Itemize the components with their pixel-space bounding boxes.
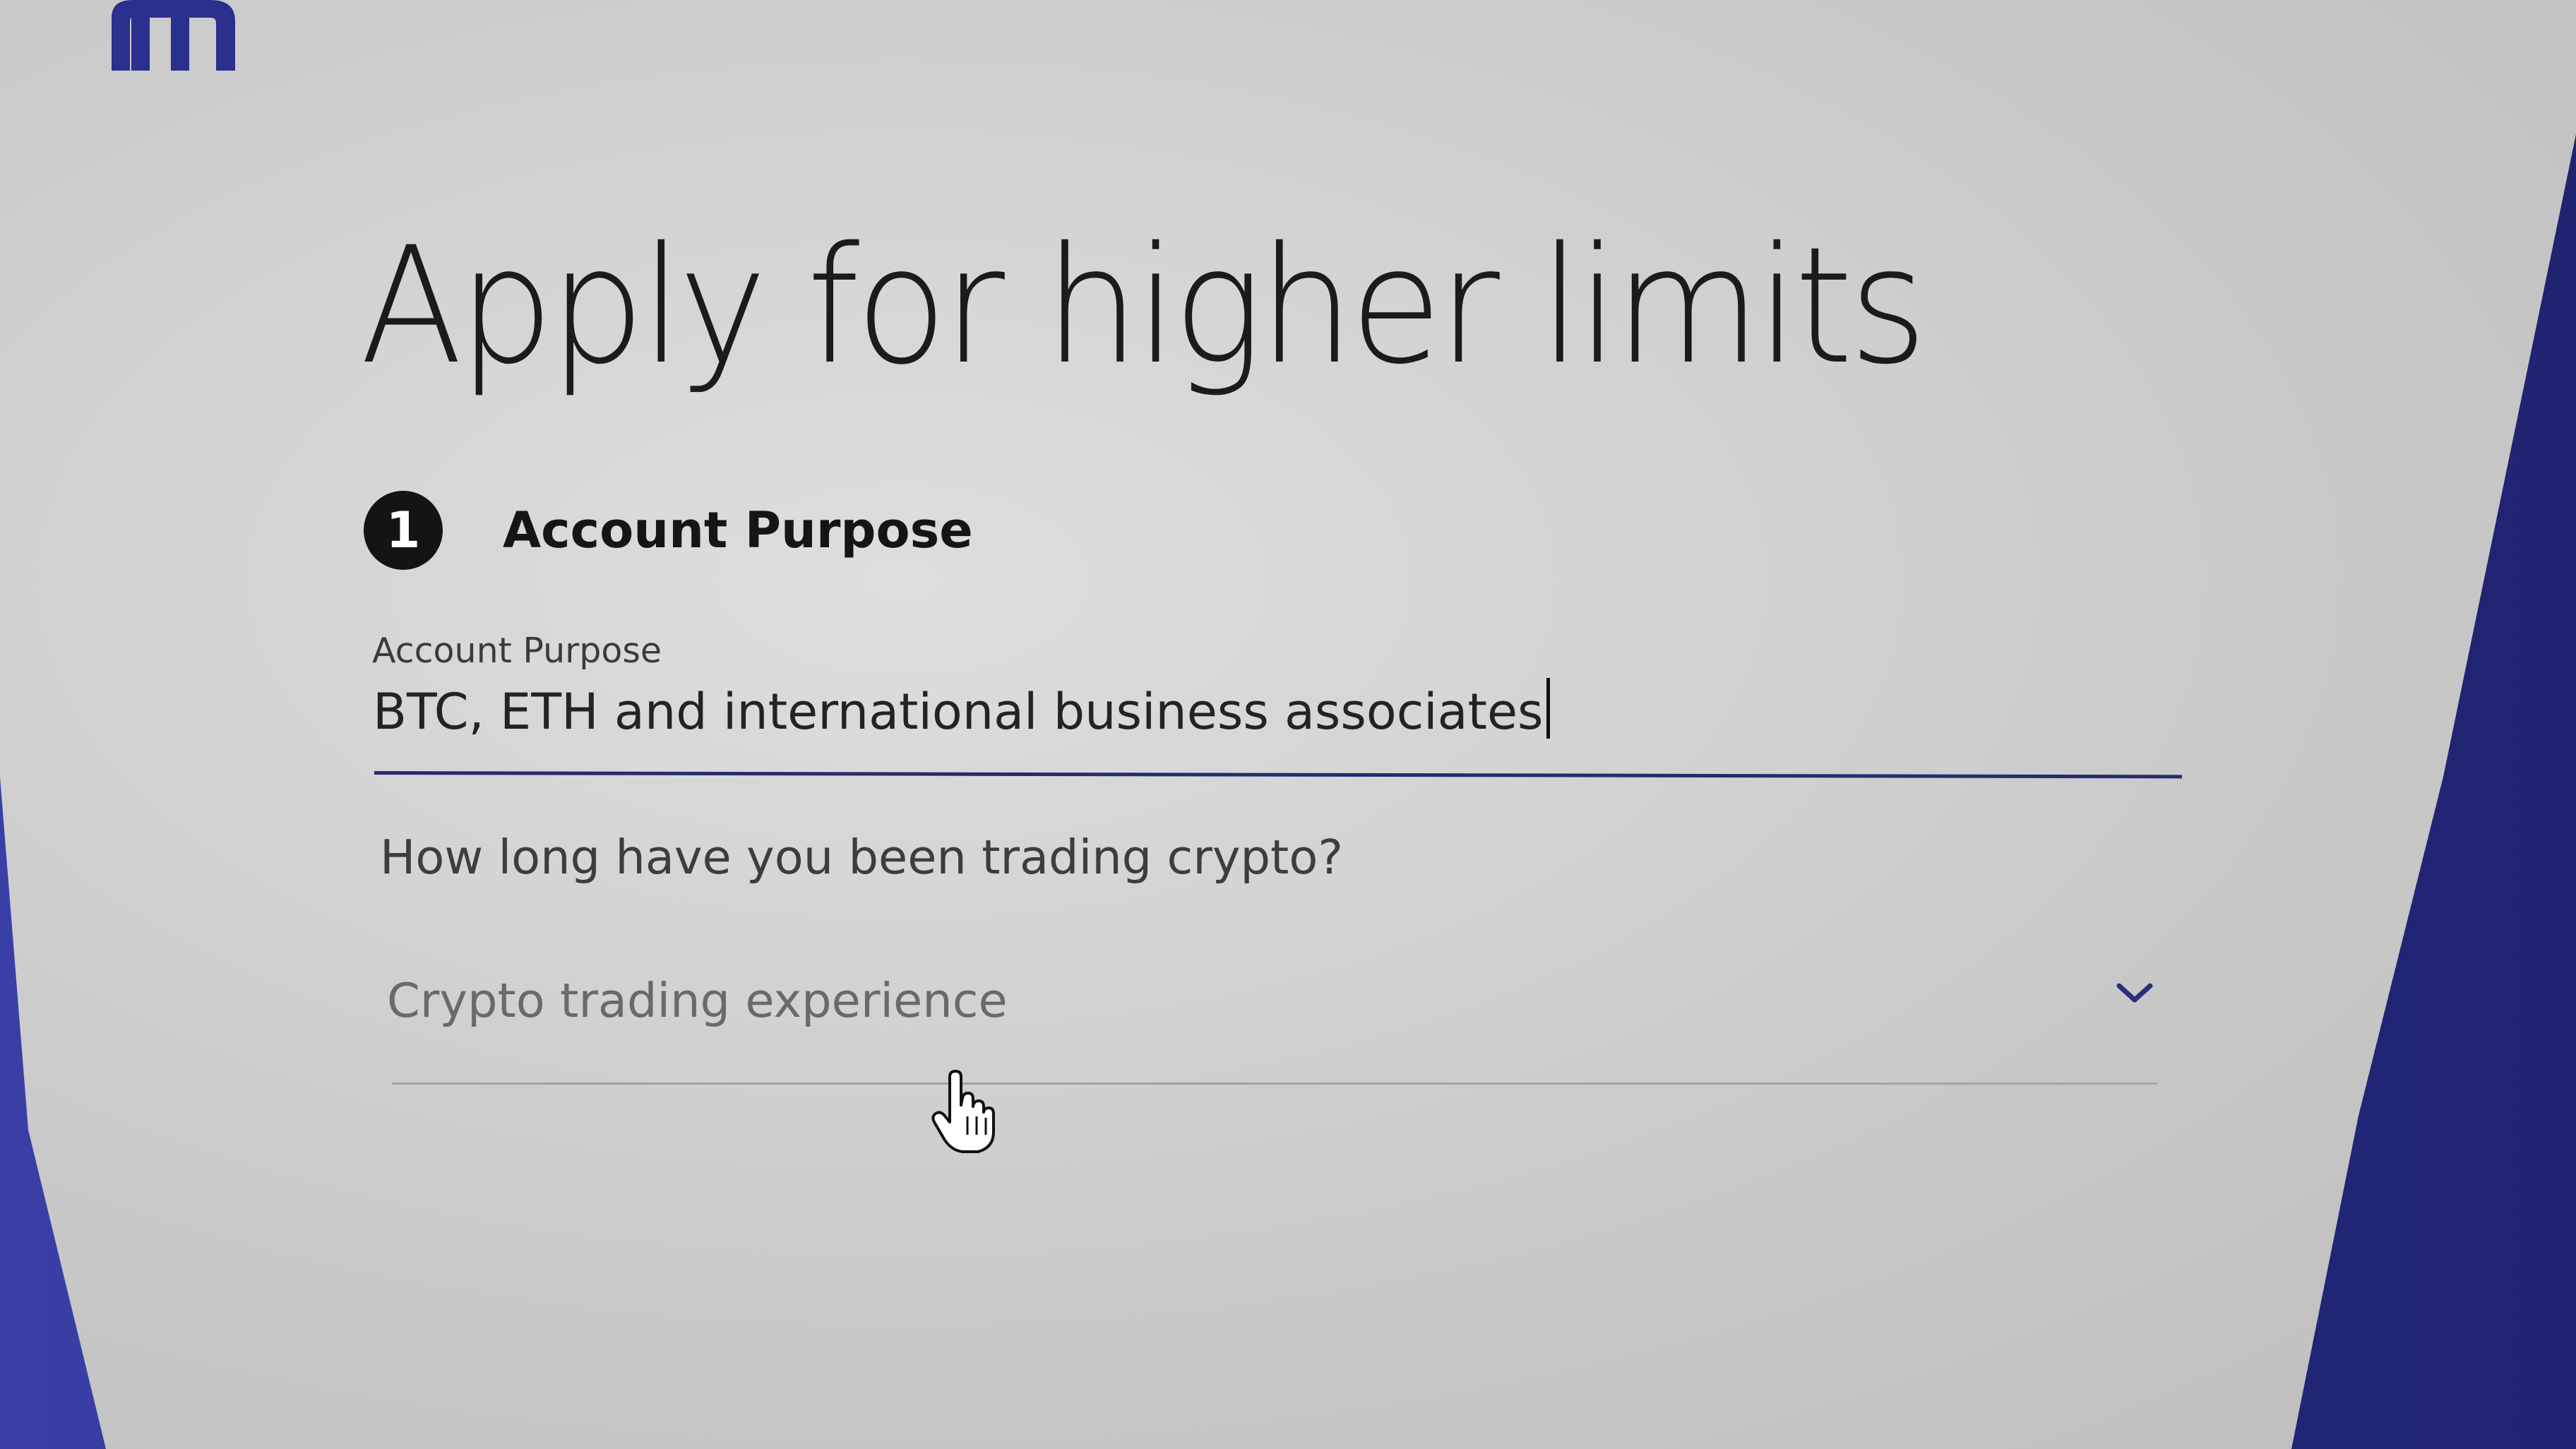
account-purpose-underline xyxy=(374,771,2182,779)
chevron-down-icon[interactable] xyxy=(2113,979,2156,1007)
app-window: Apply for higher limits 1 Account Purpos… xyxy=(0,0,2576,1449)
text-caret xyxy=(1546,678,1550,739)
account-purpose-label: Account Purpose xyxy=(372,631,662,671)
m-logo-icon[interactable] xyxy=(105,0,246,71)
step-title: Account Purpose xyxy=(503,501,973,559)
account-purpose-input[interactable]: BTC, ETH and international business asso… xyxy=(373,678,2181,756)
hand-pointer-icon xyxy=(931,1070,995,1153)
step-header: 1 Account Purpose xyxy=(364,491,973,570)
experience-underline xyxy=(392,1083,2157,1085)
account-purpose-value: BTC, ETH and international business asso… xyxy=(373,683,1544,741)
experience-select-placeholder: Crypto trading experience xyxy=(387,973,1008,1028)
step-number-badge: 1 xyxy=(364,491,443,570)
form-panel: Apply for higher limits 1 Account Purpos… xyxy=(0,0,2576,1449)
page-title: Apply for higher limits xyxy=(360,212,1927,400)
experience-select[interactable]: Crypto trading experience xyxy=(387,967,2156,1073)
experience-question: How long have you been trading crypto? xyxy=(380,830,1343,885)
